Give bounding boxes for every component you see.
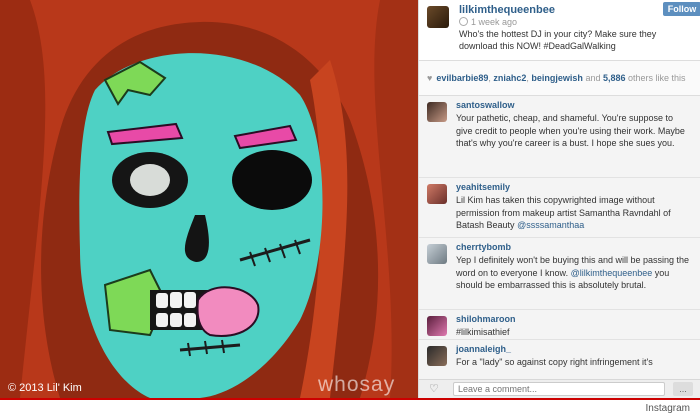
post-photo[interactable]: © 2013 Lil' Kim whosay: [0, 0, 418, 398]
post-username[interactable]: lilkimthequeenbee: [459, 4, 555, 16]
like-heart-icon[interactable]: ♡: [429, 383, 443, 396]
comment-username[interactable]: santoswallow: [456, 100, 515, 110]
post-caption: Who's the hottest DJ in your city? Make …: [459, 29, 657, 51]
list-item: shilohmaroon #lilkimisathief: [419, 310, 700, 340]
more-options-button[interactable]: ...: [673, 382, 693, 396]
footer-divider: [0, 398, 700, 400]
comment-text: Your pathetic, cheap, and shameful. You'…: [456, 113, 685, 148]
avatar[interactable]: [427, 6, 449, 28]
post-details-panel: lilkimthequeenbee Follow 1 week ago Who'…: [418, 0, 700, 398]
likes-row: ♥ evilbarbie89, zniahc2, beingjewish and …: [419, 61, 700, 96]
list-item: yeahitsemily Lil Kim has taken this copy…: [419, 178, 700, 238]
avatar[interactable]: [427, 346, 447, 366]
comment-bar: ♡ ...: [419, 379, 700, 398]
comment-text: For a "lady" so against copy right infri…: [456, 357, 653, 367]
comment-username[interactable]: joannaleigh_: [456, 344, 511, 354]
comment-text: Yep I definitely won't be buying this an…: [456, 254, 692, 292]
likes-suffix: others like this: [628, 73, 686, 83]
avatar[interactable]: [427, 102, 447, 122]
list-item: joannaleigh_ For a "lady" so against cop…: [419, 340, 700, 380]
liker-link[interactable]: beingjewish: [531, 73, 583, 83]
photo-credit: © 2013 Lil' Kim: [8, 382, 82, 394]
follow-button[interactable]: Follow: [663, 2, 700, 16]
mention-link[interactable]: @lilkimthequeenbee: [571, 268, 653, 278]
comment-input[interactable]: [453, 382, 665, 396]
likes-count[interactable]: 5,886: [603, 73, 626, 83]
comments-list: santoswallow Your pathetic, cheap, and s…: [419, 96, 700, 380]
whosay-watermark: whosay: [318, 373, 396, 396]
comment-text: #lilkimisathief: [456, 327, 510, 337]
list-item: cherrtybomb Yep I definitely won't be bu…: [419, 238, 700, 310]
liker-link[interactable]: evilbarbie89: [436, 73, 488, 83]
post-timestamp: 1 week ago: [459, 17, 517, 27]
comment-username[interactable]: yeahitsemily: [456, 182, 510, 192]
zombie-makeup-photo: [0, 0, 418, 398]
source-label: Instagram: [645, 403, 690, 414]
comment-username[interactable]: cherrtybomb: [456, 242, 511, 252]
avatar[interactable]: [427, 244, 447, 264]
comment-username[interactable]: shilohmaroon: [456, 314, 516, 324]
footer-bar: Instagram: [0, 398, 700, 420]
post-time-text: 1 week ago: [471, 17, 518, 27]
mention-link[interactable]: @ssssamanthaa: [517, 220, 584, 230]
list-item: santoswallow Your pathetic, cheap, and s…: [419, 96, 700, 178]
liker-link[interactable]: zniahc2: [493, 73, 526, 83]
post-header: lilkimthequeenbee Follow 1 week ago Who'…: [419, 0, 700, 61]
clock-icon: [459, 17, 468, 26]
comment-text: Lil Kim has taken this copywrighted imag…: [456, 194, 692, 232]
avatar[interactable]: [427, 184, 447, 204]
heart-icon: ♥: [427, 73, 433, 83]
avatar[interactable]: [427, 316, 447, 336]
